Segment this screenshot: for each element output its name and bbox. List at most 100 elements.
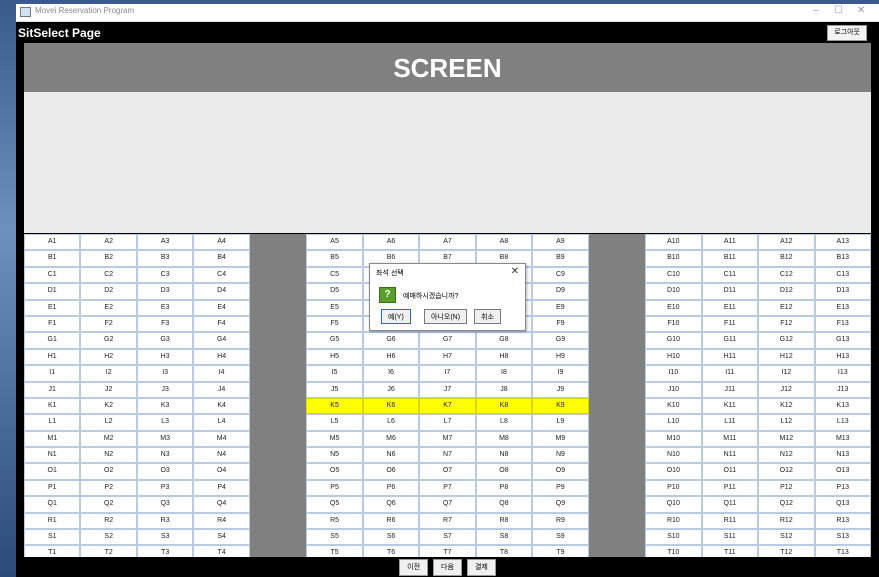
seat-d13[interactable]: D13 [814, 283, 871, 300]
seat-l4[interactable]: L4 [193, 414, 250, 431]
seat-d9[interactable]: D9 [532, 283, 589, 300]
cancel-button[interactable]: 취소 [474, 309, 501, 324]
seat-o6[interactable]: O6 [362, 463, 420, 480]
seat-i8[interactable]: I8 [475, 365, 533, 382]
seat-g5[interactable]: G5 [306, 332, 363, 349]
seat-r6[interactable]: R6 [362, 512, 420, 530]
seat-c11[interactable]: C11 [701, 266, 759, 284]
seat-d2[interactable]: D2 [80, 283, 137, 300]
seat-e9[interactable]: E9 [532, 299, 589, 316]
seat-c12[interactable]: C12 [758, 266, 815, 284]
seat-l13[interactable]: L13 [814, 414, 871, 431]
seat-l1[interactable]: L1 [24, 414, 81, 431]
seat-o2[interactable]: O2 [80, 463, 137, 480]
seat-i6[interactable]: I6 [362, 365, 420, 382]
seat-s11[interactable]: S11 [701, 529, 759, 546]
seat-c2[interactable]: C2 [80, 266, 137, 284]
seat-q7[interactable]: Q7 [419, 496, 476, 513]
seat-i3[interactable]: I3 [136, 365, 194, 382]
seat-p13[interactable]: P13 [814, 479, 871, 497]
seat-m10[interactable]: M10 [645, 430, 702, 448]
seat-l9[interactable]: L9 [532, 414, 589, 431]
seat-h10[interactable]: H10 [645, 348, 702, 366]
seat-b4[interactable]: B4 [193, 250, 250, 267]
seat-l12[interactable]: L12 [758, 414, 815, 431]
seat-g9[interactable]: G9 [532, 332, 589, 349]
seat-q3[interactable]: Q3 [136, 496, 194, 513]
seat-l3[interactable]: L3 [136, 414, 194, 431]
seat-d5[interactable]: D5 [306, 283, 363, 300]
seat-b5[interactable]: B5 [306, 250, 363, 267]
seat-f2[interactable]: F2 [80, 315, 137, 333]
seat-r4[interactable]: R4 [193, 512, 250, 530]
seat-f5[interactable]: F5 [306, 315, 363, 333]
seat-i12[interactable]: I12 [758, 365, 815, 382]
seat-n3[interactable]: N3 [136, 447, 194, 464]
seat-l8[interactable]: L8 [475, 414, 533, 431]
close-window-button[interactable]: ✕ [857, 5, 865, 16]
seat-p4[interactable]: P4 [193, 479, 250, 497]
seat-k13[interactable]: K13 [814, 397, 871, 415]
seat-e1[interactable]: E1 [24, 299, 81, 316]
seat-o1[interactable]: O1 [24, 463, 81, 480]
seat-j11[interactable]: J11 [701, 381, 759, 398]
seat-k10[interactable]: K10 [645, 397, 702, 415]
seat-r12[interactable]: R12 [758, 512, 815, 530]
seat-k6[interactable]: K6 [362, 397, 420, 415]
minimize-button[interactable]: – [813, 5, 819, 16]
seat-j8[interactable]: J8 [475, 381, 533, 398]
seat-a11[interactable]: A11 [701, 234, 759, 251]
seat-q4[interactable]: Q4 [193, 496, 250, 513]
seat-j9[interactable]: J9 [532, 381, 589, 398]
seat-p12[interactable]: P12 [758, 479, 815, 497]
seat-s7[interactable]: S7 [419, 529, 476, 546]
seat-n12[interactable]: N12 [758, 447, 815, 464]
seat-k9[interactable]: K9 [532, 397, 589, 415]
seat-k5[interactable]: K5 [306, 397, 363, 415]
seat-b9[interactable]: B9 [532, 250, 589, 267]
seat-f1[interactable]: F1 [24, 315, 81, 333]
seat-h7[interactable]: H7 [419, 348, 476, 366]
seat-o8[interactable]: O8 [475, 463, 533, 480]
seat-m1[interactable]: M1 [24, 430, 81, 448]
seat-a6[interactable]: A6 [362, 234, 420, 251]
seat-h9[interactable]: H9 [532, 348, 589, 366]
seat-j3[interactable]: J3 [136, 381, 194, 398]
seat-f13[interactable]: F13 [814, 315, 871, 333]
seat-m9[interactable]: M9 [532, 430, 589, 448]
seat-q2[interactable]: Q2 [80, 496, 137, 513]
seat-q13[interactable]: Q13 [814, 496, 871, 513]
seat-m5[interactable]: M5 [306, 430, 363, 448]
seat-i10[interactable]: I10 [645, 365, 702, 382]
seat-j6[interactable]: J6 [362, 381, 420, 398]
seat-d4[interactable]: D4 [193, 283, 250, 300]
seat-p5[interactable]: P5 [306, 479, 363, 497]
seat-l6[interactable]: L6 [362, 414, 420, 431]
seat-h13[interactable]: H13 [814, 348, 871, 366]
seat-k8[interactable]: K8 [475, 397, 533, 415]
seat-h12[interactable]: H12 [758, 348, 815, 366]
seat-n10[interactable]: N10 [645, 447, 702, 464]
seat-k1[interactable]: K1 [24, 397, 81, 415]
seat-c13[interactable]: C13 [814, 266, 871, 284]
seat-k11[interactable]: K11 [701, 397, 759, 415]
seat-d1[interactable]: D1 [24, 283, 81, 300]
seat-a1[interactable]: A1 [24, 234, 81, 251]
seat-g11[interactable]: G11 [701, 332, 759, 349]
seat-s3[interactable]: S3 [136, 529, 194, 546]
seat-n1[interactable]: N1 [24, 447, 81, 464]
seat-o7[interactable]: O7 [419, 463, 476, 480]
seat-g8[interactable]: G8 [475, 332, 533, 349]
seat-k4[interactable]: K4 [193, 397, 250, 415]
seat-r10[interactable]: R10 [645, 512, 702, 530]
seat-m7[interactable]: M7 [419, 430, 476, 448]
maximize-button[interactable]: ☐ [834, 5, 843, 16]
seat-g1[interactable]: G1 [24, 332, 81, 349]
seat-r2[interactable]: R2 [80, 512, 137, 530]
seat-d10[interactable]: D10 [645, 283, 702, 300]
seat-e5[interactable]: E5 [306, 299, 363, 316]
seat-s5[interactable]: S5 [306, 529, 363, 546]
seat-f9[interactable]: F9 [532, 315, 589, 333]
seat-d11[interactable]: D11 [701, 283, 759, 300]
seat-s13[interactable]: S13 [814, 529, 871, 546]
